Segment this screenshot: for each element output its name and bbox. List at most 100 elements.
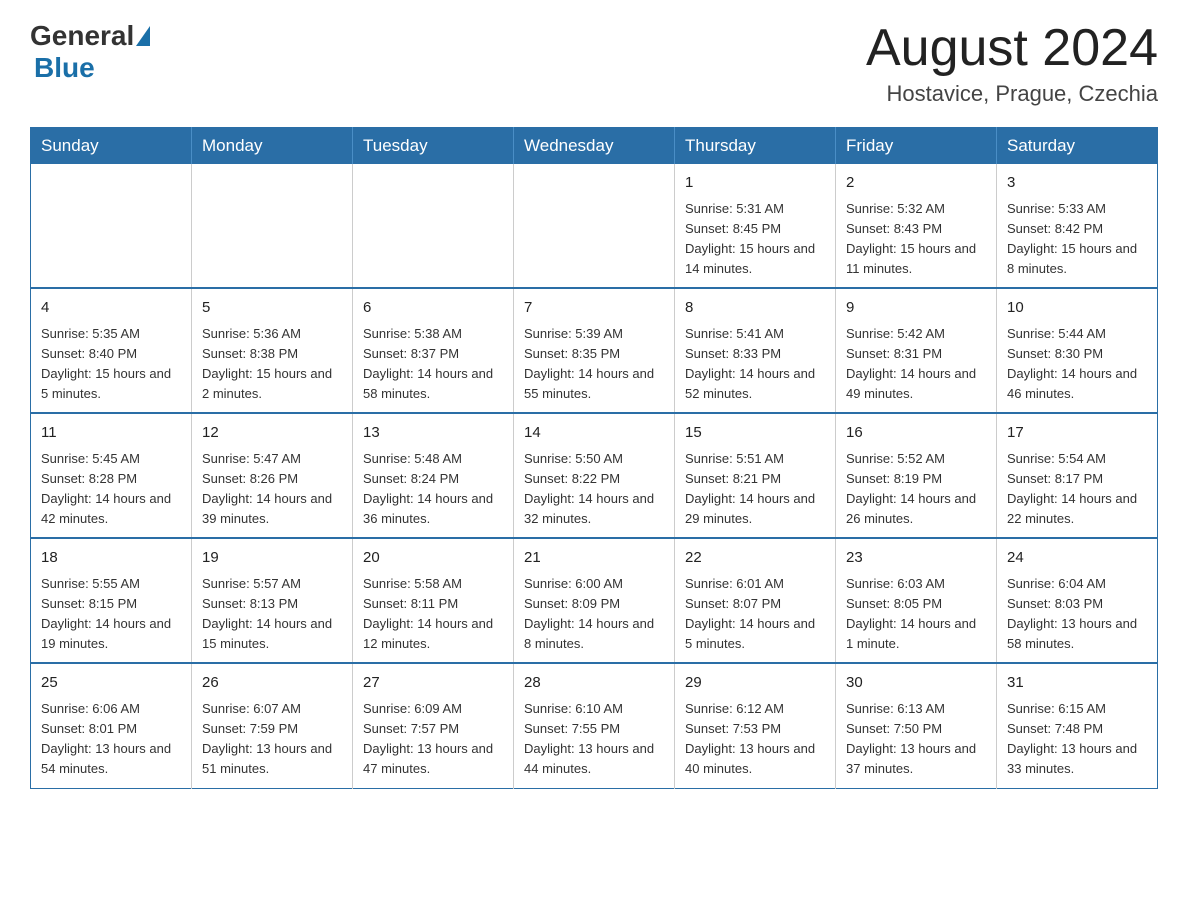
- day-number: 2: [846, 172, 986, 195]
- calendar-cell: [31, 164, 192, 288]
- day-number: 8: [685, 297, 825, 320]
- day-info: Sunrise: 5:39 AMSunset: 8:35 PMDaylight:…: [524, 324, 664, 405]
- calendar-cell: 2 Sunrise: 5:32 AMSunset: 8:43 PMDaylight…: [836, 164, 997, 288]
- day-info: Sunrise: 5:33 AMSunset: 8:42 PMDaylight:…: [1007, 199, 1147, 280]
- day-info: Sunrise: 5:57 AMSunset: 8:13 PMDaylight:…: [202, 574, 342, 655]
- day-number: 28: [524, 672, 664, 695]
- day-number: 20: [363, 547, 503, 570]
- calendar-cell: 5 Sunrise: 5:36 AMSunset: 8:38 PMDaylight…: [192, 288, 353, 413]
- calendar-header-thursday: Thursday: [675, 128, 836, 165]
- title-section: August 2024 Hostavice, Prague, Czechia: [866, 20, 1158, 107]
- day-number: 21: [524, 547, 664, 570]
- day-number: 18: [41, 547, 181, 570]
- day-number: 1: [685, 172, 825, 195]
- day-number: 27: [363, 672, 503, 695]
- day-info: Sunrise: 5:50 AMSunset: 8:22 PMDaylight:…: [524, 449, 664, 530]
- day-info: Sunrise: 5:47 AMSunset: 8:26 PMDaylight:…: [202, 449, 342, 530]
- calendar-cell: 9 Sunrise: 5:42 AMSunset: 8:31 PMDaylight…: [836, 288, 997, 413]
- day-number: 9: [846, 297, 986, 320]
- day-number: 26: [202, 672, 342, 695]
- day-number: 7: [524, 297, 664, 320]
- day-info: Sunrise: 5:42 AMSunset: 8:31 PMDaylight:…: [846, 324, 986, 405]
- page-header: General Blue August 2024 Hostavice, Prag…: [30, 20, 1158, 107]
- calendar-row-2: 11 Sunrise: 5:45 AMSunset: 8:28 PMDayligh…: [31, 413, 1158, 538]
- calendar-cell: 6Sunrise: 5:38 AMSunset: 8:37 PMDaylight…: [353, 288, 514, 413]
- calendar-cell: 10 Sunrise: 5:44 AMSunset: 8:30 PMDayligh…: [997, 288, 1158, 413]
- day-number: 15: [685, 422, 825, 445]
- calendar-cell: 17 Sunrise: 5:54 AMSunset: 8:17 PMDayligh…: [997, 413, 1158, 538]
- day-info: Sunrise: 5:55 AMSunset: 8:15 PMDaylight:…: [41, 574, 181, 655]
- calendar-cell: 7 Sunrise: 5:39 AMSunset: 8:35 PMDaylight…: [514, 288, 675, 413]
- calendar-cell: 13 Sunrise: 5:48 AMSunset: 8:24 PMDayligh…: [353, 413, 514, 538]
- calendar-cell: 16 Sunrise: 5:52 AMSunset: 8:19 PMDayligh…: [836, 413, 997, 538]
- calendar-cell: 26 Sunrise: 6:07 AMSunset: 7:59 PMDayligh…: [192, 663, 353, 788]
- day-info: Sunrise: 6:04 AMSunset: 8:03 PMDaylight:…: [1007, 574, 1147, 655]
- calendar-cell: 31 Sunrise: 6:15 AMSunset: 7:48 PMDayligh…: [997, 663, 1158, 788]
- location: Hostavice, Prague, Czechia: [866, 81, 1158, 107]
- day-number: 13: [363, 422, 503, 445]
- day-number: 3: [1007, 172, 1147, 195]
- calendar-header-saturday: Saturday: [997, 128, 1158, 165]
- day-info: Sunrise: 5:51 AMSunset: 8:21 PMDaylight:…: [685, 449, 825, 530]
- calendar-cell: 3 Sunrise: 5:33 AMSunset: 8:42 PMDaylight…: [997, 164, 1158, 288]
- day-number: 30: [846, 672, 986, 695]
- calendar-header-friday: Friday: [836, 128, 997, 165]
- month-title: August 2024: [866, 20, 1158, 77]
- day-info: Sunrise: 5:45 AMSunset: 8:28 PMDaylight:…: [41, 449, 181, 530]
- day-info: Sunrise: 5:54 AMSunset: 8:17 PMDaylight:…: [1007, 449, 1147, 530]
- logo-triangle-icon: [136, 26, 150, 46]
- day-number: 10: [1007, 297, 1147, 320]
- day-info: Sunrise: 6:12 AMSunset: 7:53 PMDaylight:…: [685, 699, 825, 780]
- day-number: 19: [202, 547, 342, 570]
- day-info: Sunrise: 5:52 AMSunset: 8:19 PMDaylight:…: [846, 449, 986, 530]
- day-info: Sunrise: 6:07 AMSunset: 7:59 PMDaylight:…: [202, 699, 342, 780]
- calendar-cell: 1 Sunrise: 5:31 AMSunset: 8:45 PMDaylight…: [675, 164, 836, 288]
- day-info: Sunrise: 5:36 AMSunset: 8:38 PMDaylight:…: [202, 324, 342, 405]
- day-info: Sunrise: 5:44 AMSunset: 8:30 PMDaylight:…: [1007, 324, 1147, 405]
- calendar-row-0: 1 Sunrise: 5:31 AMSunset: 8:45 PMDaylight…: [31, 164, 1158, 288]
- day-number: 22: [685, 547, 825, 570]
- calendar-cell: 12 Sunrise: 5:47 AMSunset: 8:26 PMDayligh…: [192, 413, 353, 538]
- calendar-header-wednesday: Wednesday: [514, 128, 675, 165]
- day-number: 17: [1007, 422, 1147, 445]
- day-number: 31: [1007, 672, 1147, 695]
- day-number: 23: [846, 547, 986, 570]
- day-number: 25: [41, 672, 181, 695]
- day-info: Sunrise: 6:10 AMSunset: 7:55 PMDaylight:…: [524, 699, 664, 780]
- calendar-cell: 25Sunrise: 6:06 AMSunset: 8:01 PMDayligh…: [31, 663, 192, 788]
- calendar-cell: 14Sunrise: 5:50 AMSunset: 8:22 PMDayligh…: [514, 413, 675, 538]
- day-info: Sunrise: 6:09 AMSunset: 7:57 PMDaylight:…: [363, 699, 503, 780]
- day-info: Sunrise: 5:41 AMSunset: 8:33 PMDaylight:…: [685, 324, 825, 405]
- calendar-header-tuesday: Tuesday: [353, 128, 514, 165]
- calendar-cell: 29 Sunrise: 6:12 AMSunset: 7:53 PMDayligh…: [675, 663, 836, 788]
- calendar-cell: 18 Sunrise: 5:55 AMSunset: 8:15 PMDayligh…: [31, 538, 192, 663]
- day-number: 16: [846, 422, 986, 445]
- day-info: Sunrise: 6:13 AMSunset: 7:50 PMDaylight:…: [846, 699, 986, 780]
- day-number: 29: [685, 672, 825, 695]
- day-info: Sunrise: 6:03 AMSunset: 8:05 PMDaylight:…: [846, 574, 986, 655]
- calendar-cell: 27 Sunrise: 6:09 AMSunset: 7:57 PMDayligh…: [353, 663, 514, 788]
- calendar-cell: 19 Sunrise: 5:57 AMSunset: 8:13 PMDayligh…: [192, 538, 353, 663]
- day-info: Sunrise: 5:35 AMSunset: 8:40 PMDaylight:…: [41, 324, 181, 405]
- day-number: 11: [41, 422, 181, 445]
- calendar-cell: 24Sunrise: 6:04 AMSunset: 8:03 PMDayligh…: [997, 538, 1158, 663]
- calendar-cell: [192, 164, 353, 288]
- day-info: Sunrise: 5:32 AMSunset: 8:43 PMDaylight:…: [846, 199, 986, 280]
- day-number: 12: [202, 422, 342, 445]
- calendar-row-4: 25Sunrise: 6:06 AMSunset: 8:01 PMDayligh…: [31, 663, 1158, 788]
- day-info: Sunrise: 5:38 AMSunset: 8:37 PMDaylight:…: [363, 324, 503, 405]
- day-info: Sunrise: 5:48 AMSunset: 8:24 PMDaylight:…: [363, 449, 503, 530]
- calendar-header-row: SundayMondayTuesdayWednesdayThursdayFrid…: [31, 128, 1158, 165]
- day-number: 5: [202, 297, 342, 320]
- day-info: Sunrise: 6:15 AMSunset: 7:48 PMDaylight:…: [1007, 699, 1147, 780]
- calendar-header-sunday: Sunday: [31, 128, 192, 165]
- day-info: Sunrise: 5:31 AMSunset: 8:45 PMDaylight:…: [685, 199, 825, 280]
- calendar-cell: 30 Sunrise: 6:13 AMSunset: 7:50 PMDayligh…: [836, 663, 997, 788]
- calendar-cell: 11 Sunrise: 5:45 AMSunset: 8:28 PMDayligh…: [31, 413, 192, 538]
- calendar-row-3: 18 Sunrise: 5:55 AMSunset: 8:15 PMDayligh…: [31, 538, 1158, 663]
- logo-blue: Blue: [34, 52, 95, 83]
- calendar-cell: 8 Sunrise: 5:41 AMSunset: 8:33 PMDaylight…: [675, 288, 836, 413]
- calendar-cell: 28 Sunrise: 6:10 AMSunset: 7:55 PMDayligh…: [514, 663, 675, 788]
- logo: General Blue: [30, 20, 152, 84]
- calendar-header-monday: Monday: [192, 128, 353, 165]
